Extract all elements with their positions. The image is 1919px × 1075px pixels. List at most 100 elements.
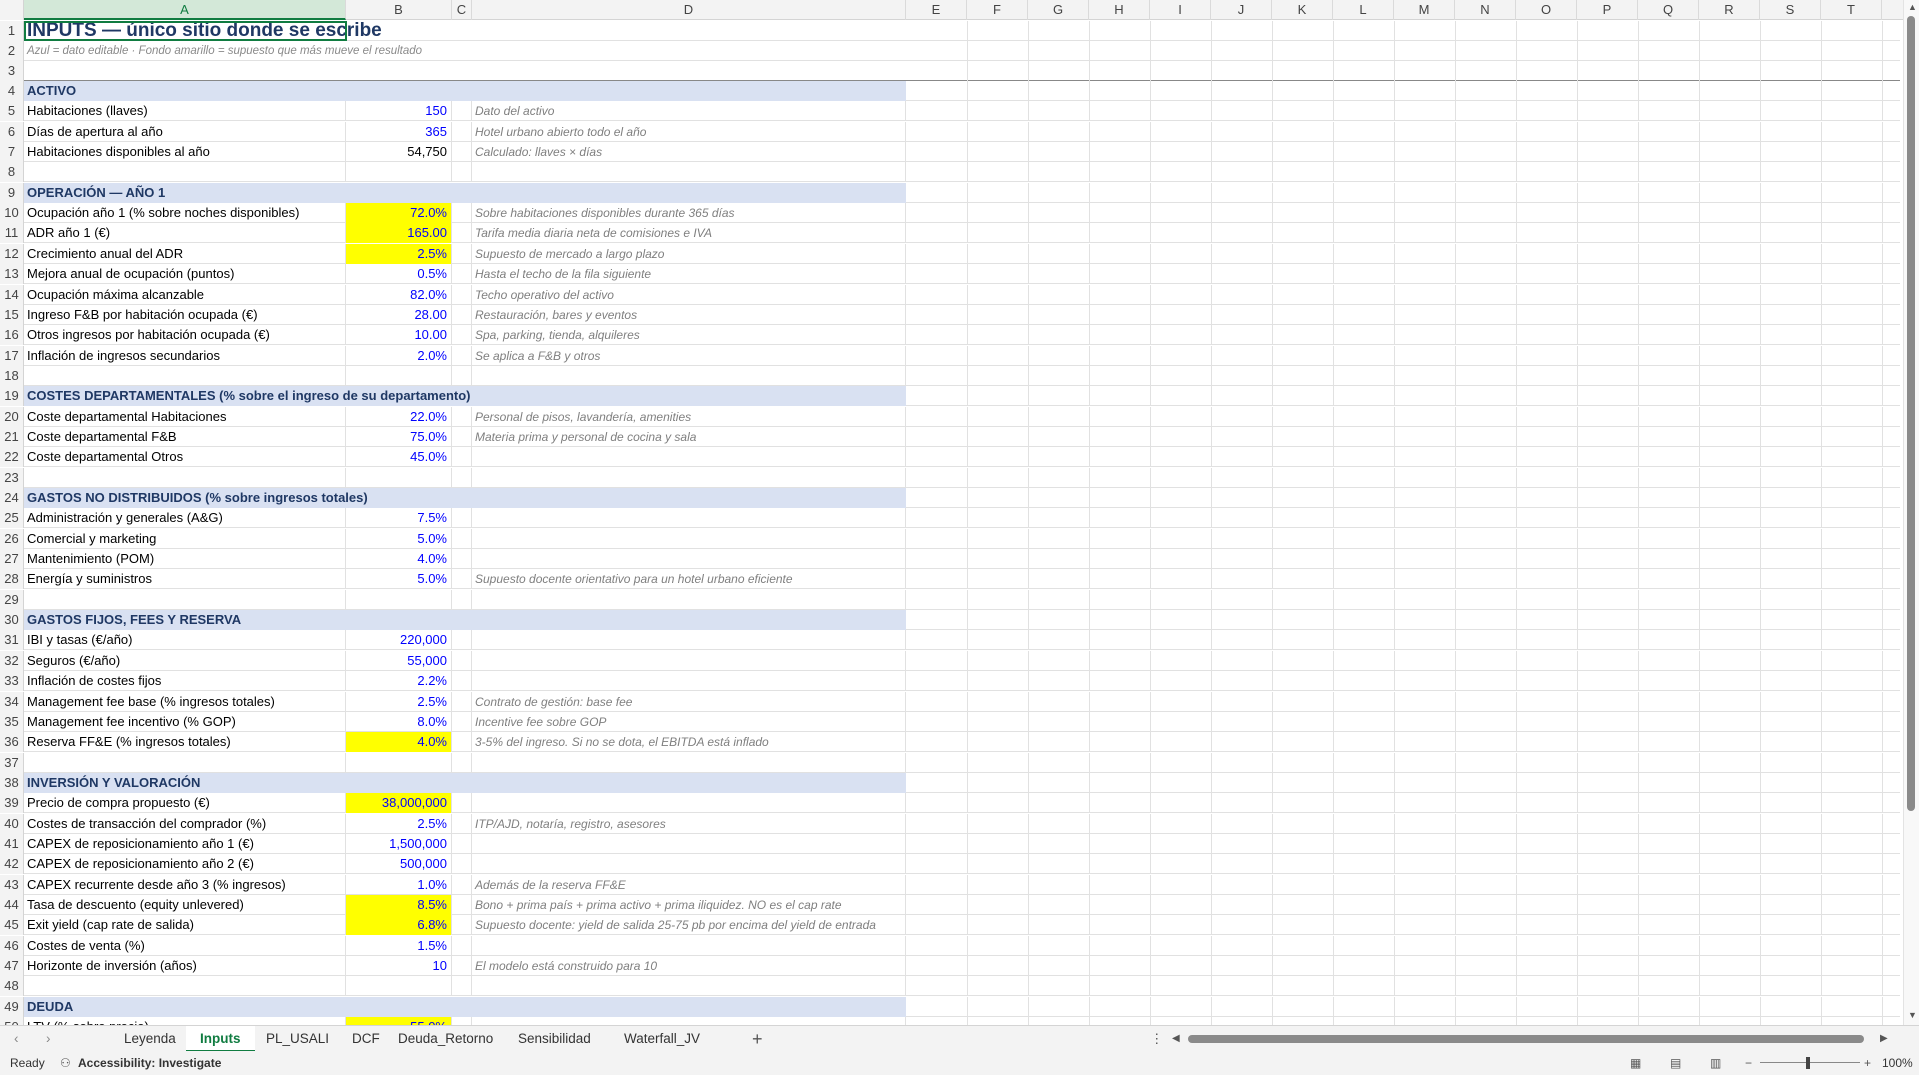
input-label[interactable]: Costes de transacción del comprador (%): [24, 813, 346, 834]
section-header[interactable]: INVERSIÓN Y VALORACIÓN: [24, 772, 906, 793]
section-header[interactable]: OPERACIÓN — AÑO 1: [24, 182, 906, 203]
input-label[interactable]: Tasa de descuento (equity unlevered): [24, 895, 346, 915]
input-note[interactable]: Restauración, bares y eventos: [472, 304, 906, 325]
input-note[interactable]: [472, 630, 906, 651]
active-cell-A1[interactable]: [24, 21, 347, 41]
row-header-15[interactable]: 15: [0, 304, 24, 325]
column-header-I[interactable]: I: [1150, 0, 1211, 20]
row-header-18[interactable]: 18: [0, 365, 24, 386]
input-value[interactable]: 54,750: [346, 142, 452, 163]
input-label[interactable]: [24, 589, 346, 610]
input-value[interactable]: 55.0%: [346, 1017, 452, 1025]
sheet-tab-leyenda[interactable]: Leyenda: [110, 1026, 190, 1052]
input-value[interactable]: 82.0%: [346, 284, 452, 305]
input-label[interactable]: [24, 467, 346, 488]
input-note[interactable]: [472, 528, 906, 549]
zoom-slider[interactable]: [1760, 1062, 1860, 1063]
input-label[interactable]: Inflación de costes fijos: [24, 671, 346, 692]
input-value[interactable]: 10.00: [346, 325, 452, 346]
input-label[interactable]: Habitaciones disponibles al año: [24, 142, 346, 163]
empty-cell[interactable]: [452, 142, 472, 163]
input-note[interactable]: [472, 508, 906, 529]
input-value[interactable]: 165.00: [346, 223, 452, 244]
input-value[interactable]: 75.0%: [346, 426, 452, 447]
row-header-44[interactable]: 44: [0, 895, 24, 915]
input-note[interactable]: [472, 549, 906, 570]
zoom-slider-handle[interactable]: [1806, 1057, 1810, 1069]
empty-cell[interactable]: [452, 813, 472, 834]
section-header[interactable]: COSTES DEPARTAMENTALES (% sobre el ingre…: [24, 386, 906, 407]
input-value[interactable]: 2.5%: [346, 243, 452, 264]
input-label[interactable]: CAPEX de reposicionamiento año 2 (€): [24, 854, 346, 875]
row-header-9[interactable]: 9: [0, 182, 24, 203]
column-header-H[interactable]: H: [1089, 0, 1150, 20]
empty-cell[interactable]: [452, 915, 472, 936]
row-header-10[interactable]: 10: [0, 203, 24, 224]
input-label[interactable]: Ingreso F&B por habitación ocupada (€): [24, 304, 346, 325]
column-header-L[interactable]: L: [1333, 0, 1394, 20]
input-note[interactable]: [472, 650, 906, 671]
input-label[interactable]: Coste departamental F&B: [24, 426, 346, 447]
input-note[interactable]: Además de la reserva FF&E: [472, 874, 906, 895]
column-header-C[interactable]: C: [452, 0, 472, 20]
input-label[interactable]: Ocupación máxima alcanzable: [24, 284, 346, 305]
row-header-24[interactable]: 24: [0, 488, 24, 508]
select-all-corner[interactable]: [0, 0, 24, 20]
empty-cell[interactable]: [452, 549, 472, 570]
column-header-B[interactable]: B: [346, 0, 452, 20]
row-header-4[interactable]: 4: [0, 81, 24, 101]
empty-cell[interactable]: [452, 976, 472, 997]
row-header-5[interactable]: 5: [0, 101, 24, 122]
row-header-32[interactable]: 32: [0, 650, 24, 671]
input-note[interactable]: 3-5% del ingreso. Si no se dota, el EBIT…: [472, 732, 906, 753]
input-value[interactable]: 10: [346, 956, 452, 977]
row-header-41[interactable]: 41: [0, 833, 24, 854]
scroll-up-icon[interactable]: ▲: [1908, 2, 1917, 12]
input-label[interactable]: IBI y tasas (€/año): [24, 630, 346, 651]
input-value[interactable]: 2.0%: [346, 345, 452, 366]
empty-cell[interactable]: [452, 243, 472, 264]
input-value[interactable]: 4.0%: [346, 732, 452, 753]
empty-cell[interactable]: [452, 467, 472, 488]
row-header-16[interactable]: 16: [0, 325, 24, 346]
input-value[interactable]: 55,000: [346, 650, 452, 671]
sheet-tab-pl_usali[interactable]: PL_USALI: [252, 1026, 343, 1052]
input-note[interactable]: Techo operativo del activo: [472, 284, 906, 305]
row-header-45[interactable]: 45: [0, 915, 24, 936]
input-value[interactable]: 38,000,000: [346, 793, 452, 814]
section-header[interactable]: GASTOS NO DISTRIBUIDOS (% sobre ingresos…: [24, 488, 906, 508]
input-note[interactable]: Spa, parking, tienda, alquileres: [472, 325, 906, 346]
empty-cell[interactable]: [452, 365, 472, 386]
input-note[interactable]: [472, 935, 906, 956]
input-note[interactable]: Hasta el techo de la fila siguiente: [472, 264, 906, 285]
empty-cell[interactable]: [452, 508, 472, 529]
input-note[interactable]: Supuesto docente: yield de salida 25-75 …: [472, 915, 906, 936]
empty-cell[interactable]: [452, 406, 472, 427]
input-note[interactable]: Sobre habitaciones disponibles durante 3…: [472, 203, 906, 224]
normal-view-icon[interactable]: ▦: [1630, 1051, 1641, 1075]
empty-cell[interactable]: [452, 895, 472, 915]
row-header-25[interactable]: 25: [0, 508, 24, 529]
column-header-N[interactable]: N: [1455, 0, 1516, 20]
column-header-F[interactable]: F: [967, 0, 1028, 20]
input-label[interactable]: CAPEX recurrente desde año 3 (% ingresos…: [24, 874, 346, 895]
sheet-subtitle[interactable]: Azul = dato editable · Fondo amarillo = …: [24, 41, 624, 61]
row-header-17[interactable]: 17: [0, 345, 24, 366]
input-value[interactable]: 150: [346, 101, 452, 122]
row-header-23[interactable]: 23: [0, 467, 24, 488]
column-header-T[interactable]: T: [1821, 0, 1882, 20]
row-header-26[interactable]: 26: [0, 528, 24, 549]
column-header-M[interactable]: M: [1394, 0, 1455, 20]
sheet-tab-waterfall_jv[interactable]: Waterfall_JV: [610, 1026, 714, 1052]
column-header-R[interactable]: R: [1699, 0, 1760, 20]
add-sheet-icon[interactable]: +: [752, 1026, 763, 1052]
input-value[interactable]: 8.0%: [346, 711, 452, 732]
input-note[interactable]: Dato del activo: [472, 101, 906, 122]
input-label[interactable]: Coste departamental Otros: [24, 447, 346, 468]
input-note[interactable]: Contrato de gestión: base fee: [472, 691, 906, 712]
input-note[interactable]: Bono + prima país + prima activo + prima…: [472, 895, 906, 915]
input-label[interactable]: Management fee incentivo (% GOP): [24, 711, 346, 732]
input-note[interactable]: Materia prima y personal de cocina y sal…: [472, 426, 906, 447]
input-value[interactable]: 6.8%: [346, 915, 452, 936]
section-header[interactable]: ACTIVO: [24, 81, 906, 101]
